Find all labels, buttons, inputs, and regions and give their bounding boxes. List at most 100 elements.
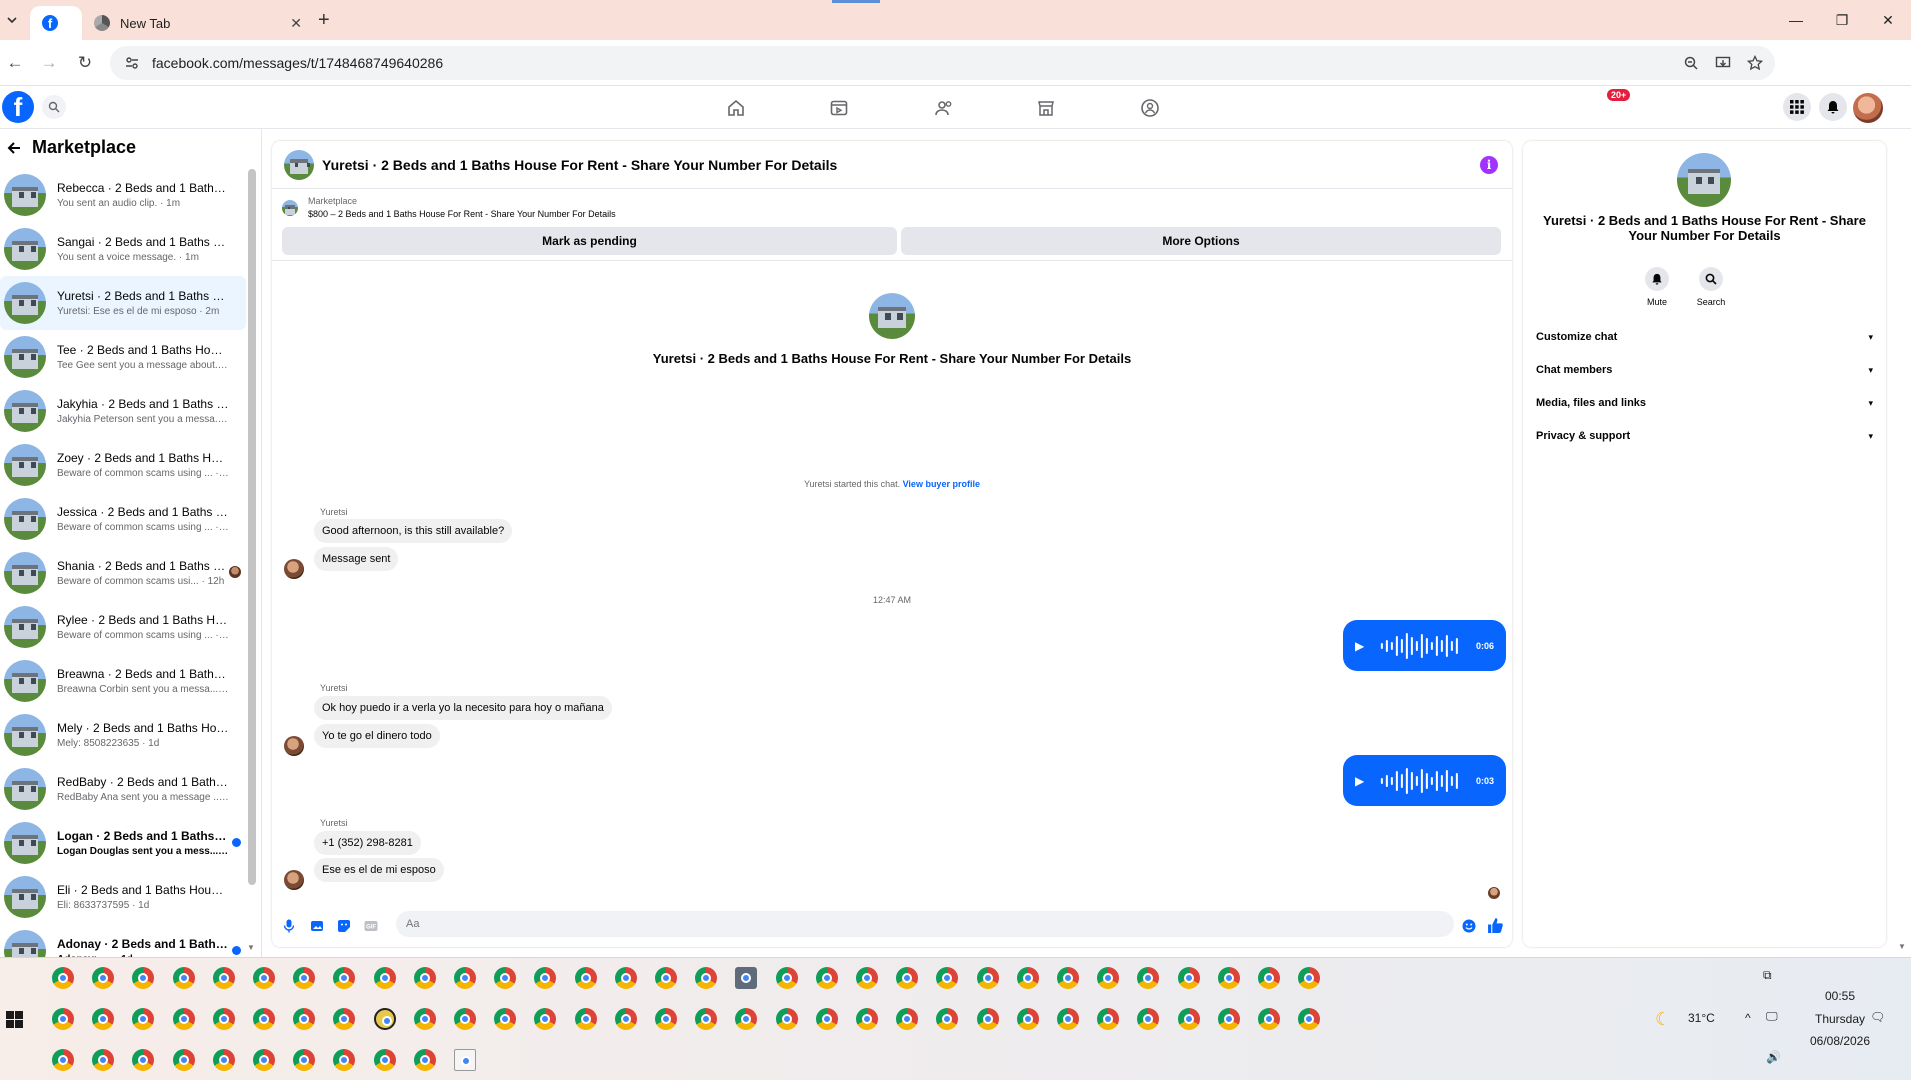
chrome-taskbar-icon[interactable] — [1097, 967, 1120, 989]
omnibox[interactable]: facebook.com/messages/t/1748468749640286 — [110, 46, 1775, 80]
chrome-taskbar-icon[interactable] — [695, 967, 718, 989]
app-taskbar-icon[interactable] — [735, 967, 758, 989]
meet-icon[interactable]: ⧉ — [1763, 968, 1772, 983]
tab-facebook[interactable]: f — [30, 6, 82, 40]
chat-list-item[interactable]: Yuretsi · 2 Beds and 1 Baths Ho... Yurets… — [0, 276, 246, 330]
media-files-links-section[interactable]: Media, files and links ▾ — [1536, 391, 1873, 415]
customize-chat-section[interactable]: Customize chat ▾ — [1536, 325, 1873, 349]
chat-list-item[interactable]: Adonay · 2 Beds and 1 Baths ...Adonay: ▪… — [0, 924, 246, 957]
menu-grid-button[interactable] — [1783, 93, 1811, 121]
play-icon[interactable]: ▶ — [1355, 639, 1364, 653]
sender-avatar[interactable] — [284, 736, 304, 756]
chrome-taskbar-icon[interactable] — [132, 1008, 155, 1030]
gif-icon[interactable]: GIF — [363, 918, 379, 934]
chrome-taskbar-icon[interactable] — [293, 1049, 316, 1071]
chrome-taskbar-icon[interactable] — [373, 1049, 396, 1071]
bookmark-star-icon[interactable] — [1747, 55, 1763, 71]
friends-icon[interactable] — [932, 96, 956, 120]
account-avatar[interactable] — [1853, 93, 1883, 123]
chrome-taskbar-icon[interactable] — [413, 967, 436, 989]
chrome-taskbar-icon[interactable] — [1097, 1008, 1120, 1030]
close-tab-icon[interactable]: ✕ — [290, 15, 302, 32]
chrome-taskbar-icon[interactable] — [1217, 1008, 1240, 1030]
chrome-taskbar-icon[interactable] — [494, 967, 517, 989]
chrome-taskbar-icon[interactable] — [896, 1008, 919, 1030]
page-scroll-down-arrow[interactable]: ▼ — [1898, 942, 1906, 951]
marketplace-icon[interactable] — [1034, 96, 1058, 120]
chat-list-item[interactable]: Tee · 2 Beds and 1 Baths House ... Tee Ge… — [0, 330, 246, 384]
chrome-taskbar-icon[interactable] — [1016, 1008, 1039, 1030]
message-input[interactable] — [396, 911, 1454, 937]
chrome-taskbar-icon[interactable] — [534, 967, 557, 989]
chrome-taskbar-icon[interactable] — [494, 1008, 517, 1030]
chrome-taskbar-icon[interactable] — [574, 1008, 597, 1030]
chrome-taskbar-icon[interactable] — [253, 967, 275, 989]
chrome-taskbar-icon[interactable] — [92, 1049, 115, 1071]
chat-list-item[interactable]: Rebecca · 2 Beds and 1 Baths H... You sen… — [0, 168, 246, 222]
chrome-taskbar-icon[interactable] — [1137, 1008, 1160, 1030]
chrome-taskbar-icon[interactable] — [253, 1049, 275, 1071]
facebook-search-button[interactable] — [42, 95, 66, 119]
chrome-taskbar-icon[interactable] — [655, 967, 677, 989]
restore-button[interactable]: ❐ — [1819, 0, 1865, 40]
chrome-taskbar-icon[interactable] — [574, 967, 597, 989]
emoji-icon[interactable] — [1461, 918, 1477, 934]
chrome-taskbar-icon[interactable] — [212, 967, 235, 989]
microphone-icon[interactable] — [281, 918, 297, 934]
chrome-taskbar-icon[interactable] — [92, 967, 115, 989]
chrome-taskbar-icon[interactable] — [856, 967, 878, 989]
chat-list-item[interactable]: Sangai · 2 Beds and 1 Baths Ho... You sen… — [0, 222, 246, 276]
chrome-taskbar-icon[interactable] — [132, 967, 155, 989]
chat-members-section[interactable]: Chat members ▾ — [1536, 358, 1873, 382]
install-app-icon[interactable] — [1715, 55, 1731, 71]
audio-message[interactable]: ▶ 0:06 — [1343, 620, 1506, 671]
chrome-taskbar-icon[interactable] — [1298, 1008, 1321, 1030]
chat-list-item[interactable]: Logan · 2 Beds and 1 Baths H... Logan Dou… — [0, 816, 246, 870]
sidebar-scrollbar[interactable] — [248, 169, 256, 885]
volume-icon[interactable]: 🔊 — [1766, 1050, 1781, 1064]
chat-list-item[interactable]: Mely · 2 Beds and 1 Baths Hous... Mely: 8… — [0, 708, 246, 762]
chrome-taskbar-icon[interactable] — [775, 967, 798, 989]
chrome-taskbar-icon[interactable] — [695, 1008, 718, 1030]
sticker-icon[interactable] — [336, 918, 352, 934]
facebook-logo[interactable]: f — [2, 91, 34, 123]
chrome-taskbar-icon[interactable] — [896, 967, 919, 989]
groups-icon[interactable] — [1138, 96, 1162, 120]
video-icon[interactable] — [827, 96, 851, 120]
message-bubble[interactable]: Ok hoy puedo ir a verla yo la necesito p… — [314, 696, 612, 720]
chrome-taskbar-icon[interactable] — [976, 1008, 999, 1030]
audio-message[interactable]: ▶ 0:03 — [1343, 755, 1506, 806]
scroll-down-arrow[interactable]: ▼ — [247, 943, 255, 952]
chrome-taskbar-icon[interactable] — [172, 967, 195, 989]
sender-avatar[interactable] — [284, 870, 304, 890]
mute-action[interactable]: Mute — [1632, 267, 1682, 307]
tab-new-tab[interactable]: New Tab ✕ — [82, 6, 310, 40]
tray-overflow-icon[interactable]: ^ — [1745, 1011, 1751, 1025]
reload-button[interactable]: ↻ — [72, 50, 98, 76]
chrome-taskbar-icon[interactable] — [333, 1008, 356, 1030]
sender-avatar[interactable] — [284, 559, 304, 579]
thumbs-up-icon[interactable] — [1486, 916, 1504, 934]
chrome-taskbar-icon[interactable] — [454, 1008, 476, 1030]
chrome-taskbar-icon[interactable] — [1177, 967, 1200, 989]
chat-list-item[interactable]: Jakyhia · 2 Beds and 1 Baths Ho... Jakyhi… — [0, 384, 246, 438]
details-avatar[interactable] — [1677, 153, 1731, 207]
chat-list-item[interactable]: Shania · 2 Beds and 1 Baths H... Beware o… — [0, 546, 246, 600]
chat-list-item[interactable]: Breawna · 2 Beds and 1 Baths H... Breawna… — [0, 654, 246, 708]
chat-list-item[interactable]: Jessica · 2 Beds and 1 Baths Ho... Beware… — [0, 492, 246, 546]
chrome-taskbar-icon[interactable] — [1217, 967, 1240, 989]
chrome-taskbar-icon[interactable] — [413, 1008, 436, 1030]
forward-button[interactable]: → — [36, 50, 62, 76]
chrome-taskbar-icon[interactable] — [212, 1008, 235, 1030]
privacy-support-section[interactable]: Privacy & support ▾ — [1536, 424, 1873, 448]
weather-temp[interactable]: 31°C — [1688, 1011, 1715, 1025]
message-bubble[interactable]: Yo te go el dinero todo — [314, 724, 440, 748]
play-icon[interactable]: ▶ — [1355, 774, 1364, 788]
network-icon[interactable]: 🖵 — [1766, 1009, 1778, 1024]
chrome-taskbar-icon[interactable] — [815, 1008, 838, 1030]
chrome-taskbar-icon[interactable] — [1298, 967, 1321, 989]
chat-list-item[interactable]: Zoey · 2 Beds and 1 Baths Hous... Beware … — [0, 438, 246, 492]
chat-list-item[interactable]: Eli · 2 Beds and 1 Baths House F... Eli: … — [0, 870, 246, 924]
zoom-icon[interactable] — [1683, 55, 1699, 71]
chrome-taskbar-icon[interactable] — [373, 967, 396, 989]
